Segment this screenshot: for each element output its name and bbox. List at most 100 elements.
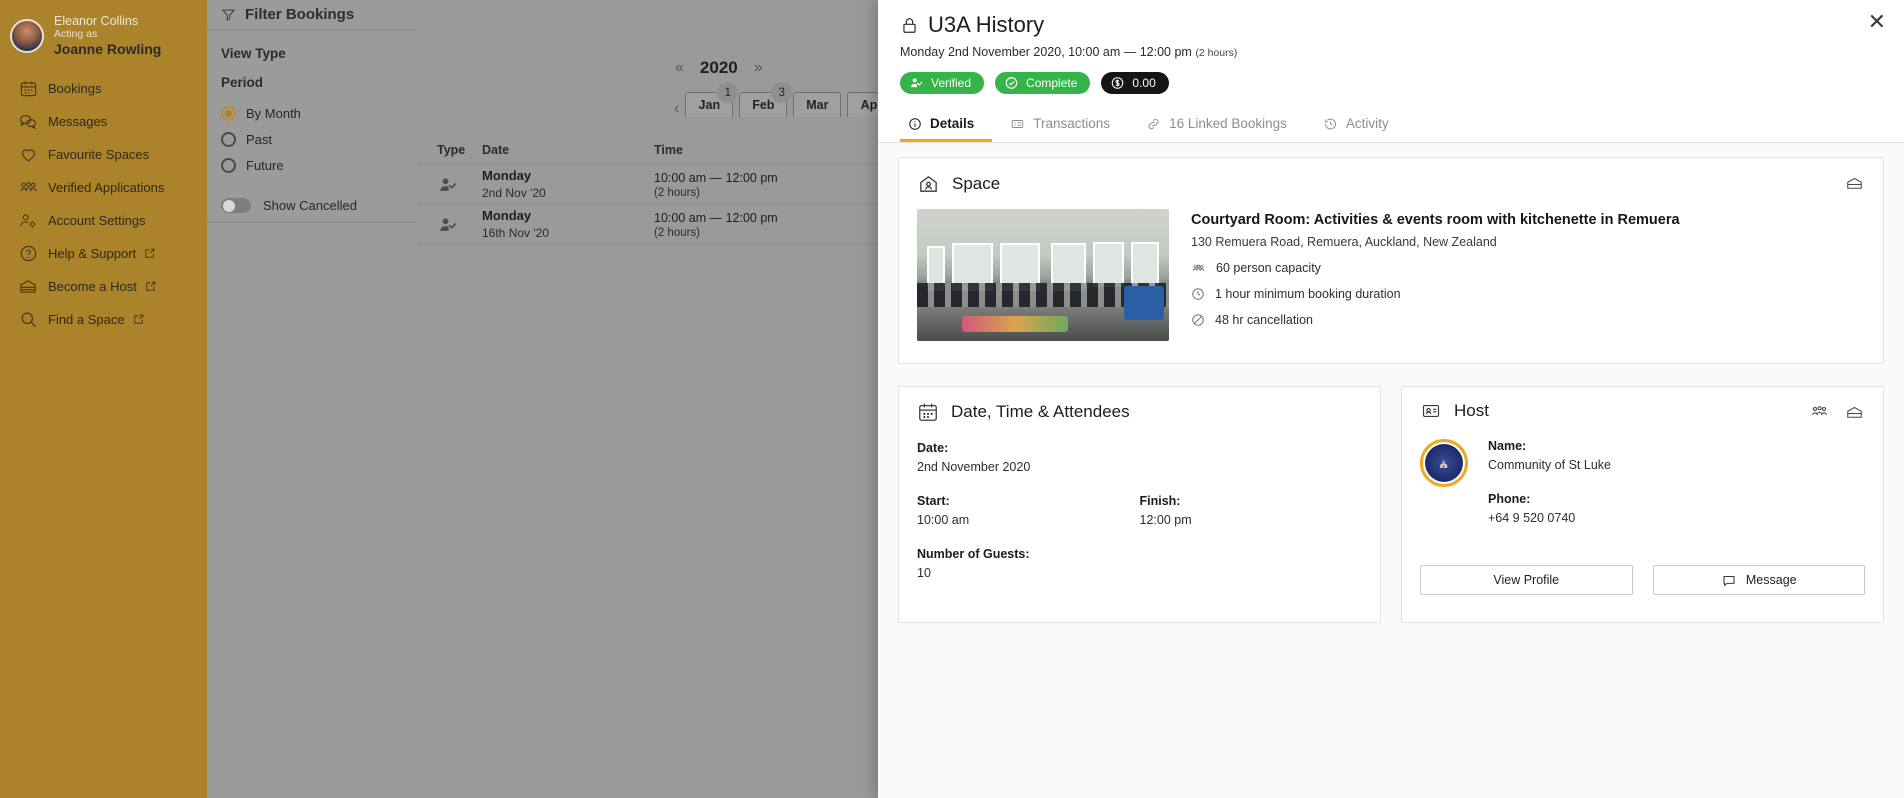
- chat-icon: [1721, 573, 1737, 588]
- sidebar-item-account-settings[interactable]: Account Settings: [0, 204, 207, 237]
- status-badges: Verified Complete 0.00: [900, 72, 1882, 94]
- host-phone-block: Phone: +64 9 520 0740: [1488, 492, 1865, 525]
- host-phone-label: Phone:: [1488, 492, 1531, 506]
- people-icon: [1191, 262, 1206, 275]
- user-block[interactable]: Eleanor Collins Acting as Joanne Rowling: [0, 8, 207, 72]
- row-type-cell: [417, 175, 482, 195]
- external-link-icon: [144, 280, 157, 293]
- row-duration: (2 hours): [654, 186, 701, 199]
- status-badge-verified: Verified: [900, 72, 985, 94]
- status-badge-label: Verified: [931, 76, 972, 90]
- host-logo: ⛪: [1420, 439, 1468, 487]
- message-button[interactable]: Message: [1652, 565, 1865, 595]
- host-card: Host ⛪ Name: Community of St Luke Phone:…: [1401, 386, 1884, 623]
- column-header-type: Type: [437, 142, 466, 157]
- row-date: 2nd Nov '20: [482, 185, 546, 200]
- status-badge-complete: Complete: [995, 72, 1091, 94]
- host-fields: Name: Community of St Luke Phone: +64 9 …: [1488, 439, 1865, 545]
- info-icon: [908, 117, 922, 131]
- row-duration: (2 hours): [654, 226, 701, 239]
- show-cancelled-row[interactable]: Show Cancelled: [221, 198, 417, 213]
- person-check-icon: [437, 215, 482, 235]
- space-name: Courtyard Room: Activities & events room…: [1191, 212, 1680, 228]
- row-time: 10:00 am — 12:00 pm: [654, 171, 778, 186]
- building-icon[interactable]: [1844, 403, 1865, 421]
- calendar-icon: [8, 79, 48, 98]
- space-address: 130 Remuera Road, Remuera, Auckland, New…: [1191, 235, 1497, 250]
- app-root: Eleanor Collins Acting as Joanne Rowling…: [0, 0, 1904, 798]
- sidebar-item-favourite-spaces[interactable]: Favourite Spaces: [0, 138, 207, 171]
- chat-icon: [8, 112, 48, 131]
- external-link-icon: [143, 247, 156, 260]
- sidebar-item-help-support[interactable]: Help & Support: [0, 237, 207, 270]
- tab-transactions[interactable]: Transactions: [992, 108, 1128, 142]
- finish-label: Finish:: [1139, 494, 1181, 508]
- user-name: Eleanor Collins: [54, 14, 139, 28]
- row-time-cell: 10:00 am — 12:00 pm (2 hours): [654, 170, 894, 198]
- row-day: Monday: [482, 167, 532, 183]
- tab-details[interactable]: Details: [900, 108, 993, 142]
- filter-panel-title: Filter Bookings: [245, 6, 355, 23]
- start-value: 10:00 am: [917, 513, 970, 527]
- message-label: Message: [1745, 573, 1797, 587]
- radio-past[interactable]: Past: [221, 126, 417, 152]
- date-label: Date:: [917, 441, 949, 455]
- space-card-header-icons: [1844, 174, 1865, 192]
- radio-label: By Month: [246, 105, 301, 121]
- datetime-card-header: Date, Time & Attendees: [899, 387, 1380, 423]
- radio-label: Future: [246, 157, 284, 173]
- sidebar-item-bookings[interactable]: Bookings: [0, 72, 207, 105]
- modal-title-row: U3A History: [900, 12, 1882, 38]
- view-profile-button[interactable]: View Profile: [1420, 565, 1633, 595]
- month-label: Jan: [698, 98, 721, 112]
- sidebar-item-become-a-host[interactable]: Become a Host: [0, 270, 207, 303]
- close-icon[interactable]: ✕: [1868, 11, 1886, 33]
- month-tab-mar[interactable]: Mar: [793, 92, 842, 117]
- month-badge: 3: [771, 82, 793, 103]
- question-circle-icon: [8, 244, 48, 263]
- space-feature-label: 1 hour minimum booking duration: [1215, 287, 1401, 302]
- space-card-title: Space: [952, 173, 1001, 193]
- period-label: Period: [221, 75, 264, 90]
- show-cancelled-toggle[interactable]: [221, 198, 251, 213]
- finish-block: Finish: 12:00 pm: [1140, 494, 1363, 527]
- host-card-actions: View Profile Message: [1402, 555, 1883, 613]
- month-badge: 1: [717, 82, 739, 103]
- month-label: Mar: [806, 98, 829, 112]
- next-year-button[interactable]: »: [754, 60, 763, 76]
- datetime-card: Date, Time & Attendees Date: 2nd Novembe…: [898, 386, 1381, 623]
- calendar-icon: [917, 401, 939, 423]
- host-logo-inner: ⛪: [1425, 444, 1463, 482]
- row-date-cell: Monday 2nd Nov '20: [482, 168, 654, 201]
- view-profile-label: View Profile: [1493, 573, 1560, 587]
- month-tab-feb[interactable]: 3 Feb: [739, 82, 793, 117]
- host-name-value: Community of St Luke: [1488, 458, 1611, 472]
- tab-label: Activity: [1345, 116, 1389, 131]
- history-icon: [1323, 117, 1338, 131]
- sidebar-item-find-a-space[interactable]: Find a Space: [0, 303, 207, 336]
- prev-month-button[interactable]: ‹: [674, 101, 679, 117]
- external-link-icon: [132, 313, 145, 326]
- acting-as-label: Acting as: [54, 28, 98, 41]
- people-group-icon[interactable]: [1809, 403, 1830, 421]
- radio-future[interactable]: Future: [221, 152, 417, 178]
- sidebar-item-label: Account Settings: [48, 212, 146, 228]
- space-feature-label: 48 hr cancellation: [1215, 313, 1313, 328]
- building-icon[interactable]: [1844, 174, 1865, 192]
- sidebar-item-verified-applications[interactable]: Verified Applications: [0, 171, 207, 204]
- radio-label: Past: [246, 131, 273, 147]
- tab-linked-bookings[interactable]: 16 Linked Bookings: [1128, 108, 1305, 142]
- tab-activity[interactable]: Activity: [1305, 108, 1407, 142]
- no-entry-icon: [1191, 313, 1205, 327]
- space-card-header: Space: [899, 158, 1883, 195]
- sidebar-item-messages[interactable]: Messages: [0, 105, 207, 138]
- filter-divider: [207, 222, 417, 223]
- prev-year-button[interactable]: «: [675, 60, 684, 76]
- month-tab-jan[interactable]: 1 Jan: [685, 82, 739, 117]
- radio-by-month[interactable]: By Month: [221, 100, 417, 126]
- tab-label: Transactions: [1033, 116, 1111, 131]
- sidebar-item-label: Find a Space: [48, 311, 125, 327]
- month-label: Feb: [752, 98, 775, 112]
- space-feature-cancellation: 48 hr cancellation: [1191, 313, 1865, 327]
- current-year: 2020: [699, 58, 738, 77]
